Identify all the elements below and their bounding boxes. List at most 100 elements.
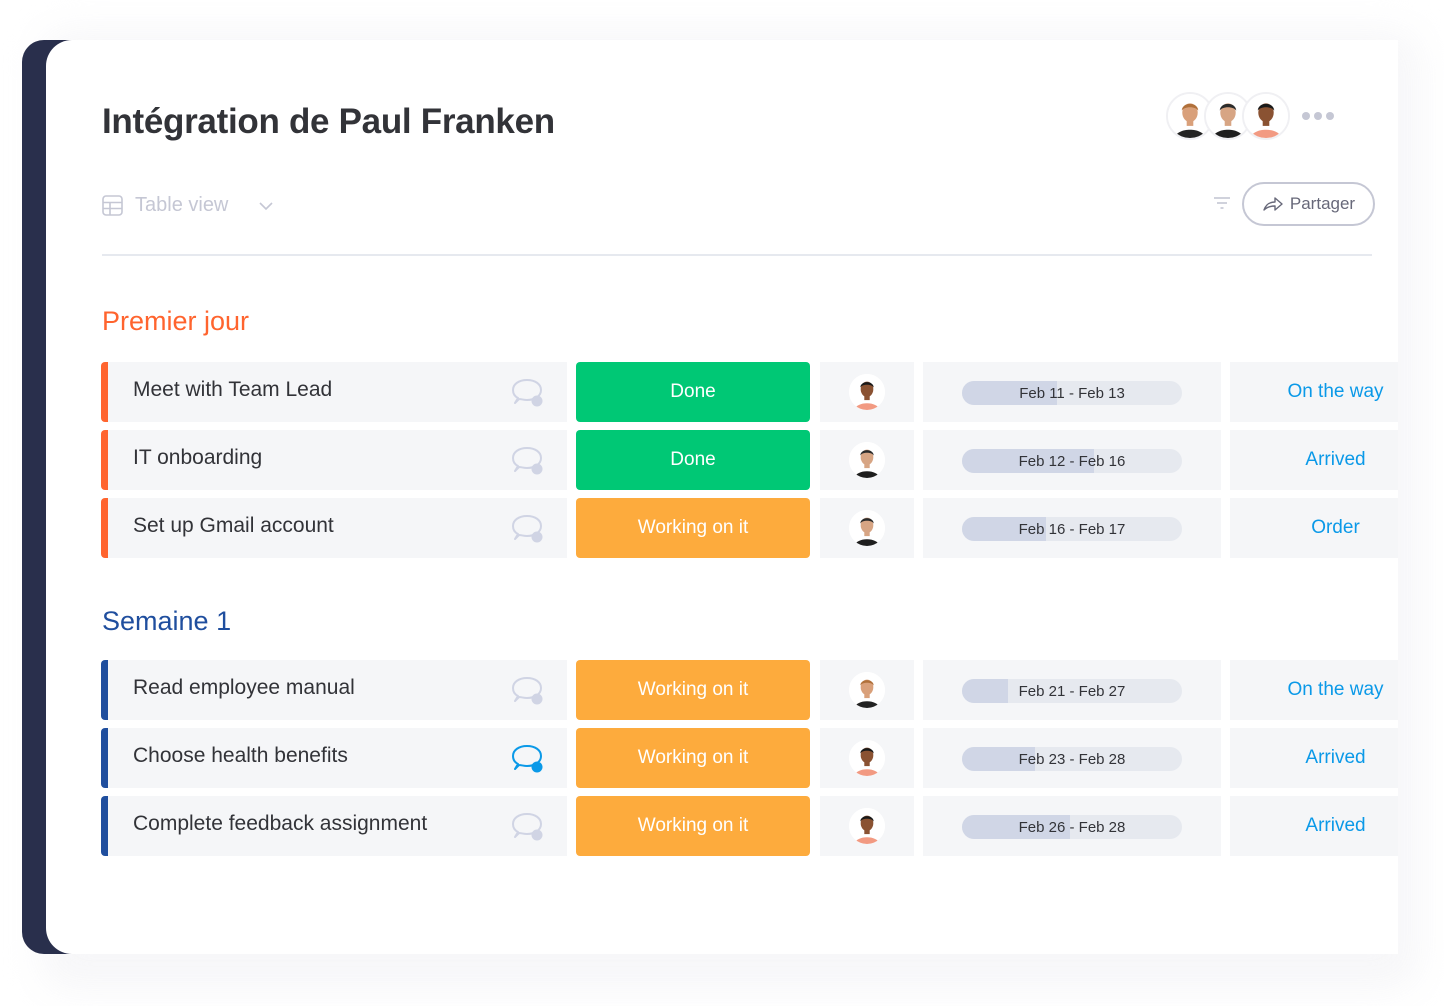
- chat-bubble-icon[interactable]: [511, 378, 545, 408]
- delivery-status[interactable]: On the way: [1230, 362, 1398, 422]
- timeline-bar[interactable]: Feb 23 - Feb 28: [962, 747, 1182, 771]
- owner-avatar[interactable]: [849, 808, 885, 844]
- group-color-bar: [101, 660, 108, 720]
- timeline-range: Feb 23 - Feb 28: [1018, 750, 1126, 768]
- status-label: Working on it: [637, 747, 749, 768]
- view-selector[interactable]: Table view: [102, 194, 274, 217]
- share-label: Partager: [1289, 194, 1356, 213]
- timeline-range: Feb 12 - Feb 16: [1018, 452, 1126, 470]
- chat-bubble-icon[interactable]: [511, 744, 545, 774]
- item-name[interactable]: Complete feedback assignment: [133, 812, 427, 836]
- group-title[interactable]: Semaine 1: [102, 606, 231, 637]
- owner-avatar[interactable]: [849, 510, 885, 546]
- owner-avatar[interactable]: [849, 672, 885, 708]
- timeline-cell[interactable]: Feb 26 - Feb 28: [923, 796, 1221, 856]
- item-name[interactable]: Set up Gmail account: [133, 514, 334, 538]
- group-color-bar: [101, 430, 108, 490]
- share-arrow-icon: [1263, 197, 1283, 211]
- status-label: Working on it: [637, 815, 749, 836]
- timeline-bar[interactable]: Feb 12 - Feb 16: [962, 449, 1182, 473]
- timeline-cell[interactable]: Feb 23 - Feb 28: [923, 728, 1221, 788]
- owner-cell[interactable]: [820, 430, 914, 490]
- group-color-bar: [101, 796, 108, 856]
- status-label: Working on it: [637, 679, 749, 700]
- table-row[interactable]: Read employee manual Working on it Feb 21 …: [101, 660, 1398, 720]
- timeline-range: Feb 26 - Feb 28: [1018, 818, 1126, 836]
- delivery-label: On the way: [1287, 679, 1384, 700]
- status-label: Done: [670, 449, 716, 470]
- chat-bubble-icon[interactable]: [511, 812, 545, 842]
- status-badge[interactable]: Working on it: [576, 498, 810, 558]
- delivery-label: On the way: [1287, 381, 1384, 402]
- group-color-bar: [101, 498, 108, 558]
- delivery-status[interactable]: On the way: [1230, 660, 1398, 720]
- group-title[interactable]: Premier jour: [102, 306, 249, 337]
- table-row[interactable]: Set up Gmail account Working on it Feb 16 …: [101, 498, 1398, 558]
- delivery-status[interactable]: Order: [1230, 498, 1398, 558]
- item-name-cell[interactable]: IT onboarding: [101, 430, 567, 490]
- item-name-cell[interactable]: Meet with Team Lead: [101, 362, 567, 422]
- member-avatar[interactable]: [1242, 92, 1290, 140]
- delivery-status[interactable]: Arrived: [1230, 728, 1398, 788]
- delivery-status[interactable]: Arrived: [1230, 430, 1398, 490]
- timeline-cell[interactable]: Feb 16 - Feb 17: [923, 498, 1221, 558]
- board-panel: Intégration de Paul Franken Table view P…: [46, 40, 1398, 954]
- timeline-cell[interactable]: Feb 21 - Feb 27: [923, 660, 1221, 720]
- timeline-bar[interactable]: Feb 21 - Feb 27: [962, 679, 1182, 703]
- board-members[interactable]: [1166, 92, 1334, 140]
- owner-cell[interactable]: [820, 796, 914, 856]
- item-name[interactable]: Read employee manual: [133, 676, 355, 700]
- table-row[interactable]: IT onboarding Done Feb 12 - Feb 16 Arrived: [101, 430, 1398, 490]
- timeline-range: Feb 11 - Feb 13: [1019, 384, 1125, 402]
- status-label: Done: [670, 381, 716, 402]
- timeline-cell[interactable]: Feb 12 - Feb 16: [923, 430, 1221, 490]
- timeline-bar[interactable]: Feb 16 - Feb 17: [962, 517, 1182, 541]
- chat-bubble-icon[interactable]: [511, 514, 545, 544]
- board-title: Intégration de Paul Franken: [102, 102, 555, 141]
- item-name[interactable]: IT onboarding: [133, 446, 262, 470]
- owner-cell[interactable]: [820, 498, 914, 558]
- table-icon: [102, 195, 123, 216]
- group-color-bar: [101, 362, 108, 422]
- chat-bubble-icon[interactable]: [511, 676, 545, 706]
- timeline-range: Feb 21 - Feb 27: [1018, 682, 1126, 700]
- timeline-range: Feb 16 - Feb 17: [1018, 520, 1126, 538]
- delivery-status[interactable]: Arrived: [1230, 796, 1398, 856]
- status-badge[interactable]: Working on it: [576, 660, 810, 720]
- item-name-cell[interactable]: Choose health benefits: [101, 728, 567, 788]
- timeline-bar[interactable]: Feb 11 - Feb 13: [962, 381, 1182, 405]
- view-label: Table view: [135, 194, 229, 216]
- owner-avatar[interactable]: [849, 374, 885, 410]
- owner-cell[interactable]: [820, 362, 914, 422]
- item-name-cell[interactable]: Set up Gmail account: [101, 498, 567, 558]
- group-color-bar: [101, 728, 108, 788]
- delivery-label: Arrived: [1305, 747, 1366, 768]
- timeline-cell[interactable]: Feb 11 - Feb 13: [923, 362, 1221, 422]
- owner-cell[interactable]: [820, 660, 914, 720]
- delivery-label: Order: [1311, 517, 1360, 538]
- owner-avatar[interactable]: [849, 740, 885, 776]
- owner-cell[interactable]: [820, 728, 914, 788]
- delivery-label: Arrived: [1305, 815, 1366, 836]
- owner-avatar[interactable]: [849, 442, 885, 478]
- chat-bubble-icon[interactable]: [511, 446, 545, 476]
- table-row[interactable]: Choose health benefits Working on it Feb 2…: [101, 728, 1398, 788]
- table-row[interactable]: Complete feedback assignment Working on i…: [101, 796, 1398, 856]
- item-name-cell[interactable]: Read employee manual: [101, 660, 567, 720]
- table-row[interactable]: Meet with Team Lead Done Feb 11 - Feb 13 On…: [101, 362, 1398, 422]
- share-button[interactable]: Partager: [1242, 182, 1375, 226]
- status-badge[interactable]: Working on it: [576, 728, 810, 788]
- more-dots-icon[interactable]: [1302, 112, 1334, 120]
- status-badge[interactable]: Done: [576, 362, 810, 422]
- chevron-down-icon[interactable]: [258, 198, 274, 214]
- filter-icon[interactable]: [1212, 195, 1232, 211]
- timeline-bar[interactable]: Feb 26 - Feb 28: [962, 815, 1182, 839]
- status-badge[interactable]: Working on it: [576, 796, 810, 856]
- header-divider: [102, 254, 1372, 256]
- delivery-label: Arrived: [1305, 449, 1366, 470]
- item-name[interactable]: Choose health benefits: [133, 744, 348, 768]
- item-name[interactable]: Meet with Team Lead: [133, 378, 332, 402]
- status-badge[interactable]: Done: [576, 430, 810, 490]
- item-name-cell[interactable]: Complete feedback assignment: [101, 796, 567, 856]
- status-label: Working on it: [637, 517, 749, 538]
